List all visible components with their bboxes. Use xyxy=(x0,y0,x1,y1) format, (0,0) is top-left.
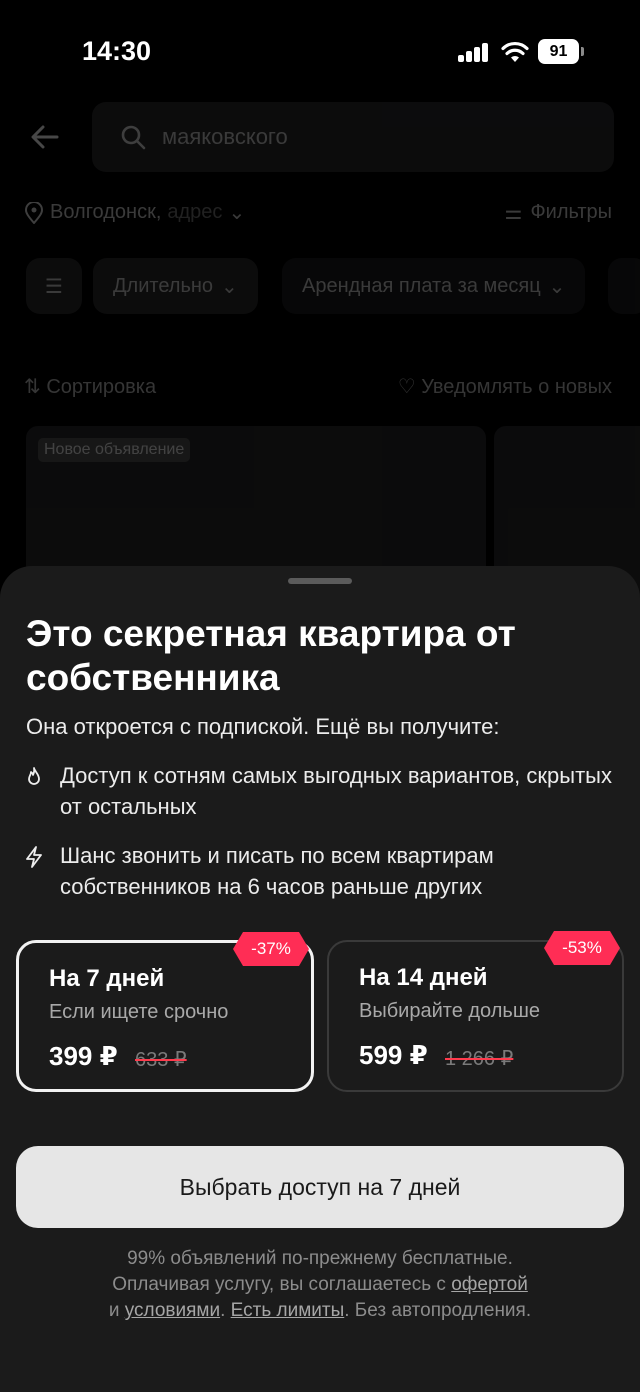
offer-link[interactable]: офертой xyxy=(451,1274,528,1295)
address-hint: адрес xyxy=(167,201,223,223)
chevron-down-icon: ⌄ xyxy=(221,275,238,298)
status-time: 14:30 xyxy=(82,36,152,66)
plan-card-14-days[interactable]: -53% На 14 дней Выбирайте дольше 599 ₽ 1… xyxy=(327,940,624,1092)
chevron-down-icon: ⌄ xyxy=(548,275,566,298)
notify-label: Уведомлять о новых xyxy=(421,376,612,398)
discount-badge: -37% xyxy=(233,932,309,966)
choose-access-button[interactable]: Выбрать доступ на 7 дней xyxy=(16,1146,624,1228)
plan-old-price: 633 ₽ xyxy=(135,1049,187,1071)
plan-price: 399 ₽ xyxy=(49,1041,118,1071)
sheet-title: Это секретная квартира от собственника xyxy=(26,613,516,698)
search-icon xyxy=(121,125,146,150)
background-listing-page: маяковского Волгодонск, адрес ⌄ ⚌ Фильтр… xyxy=(0,100,640,626)
footer-line-2: Оплачивая услугу, вы соглашаетесь с офер… xyxy=(20,1272,620,1298)
notify-button[interactable]: ♡ Уведомлять о новых xyxy=(398,374,612,399)
cellular-signal-icon xyxy=(458,42,490,62)
duration-chip-label: Длительно xyxy=(113,274,214,297)
subscription-bottom-sheet: Это секретная квартира от собственника О… xyxy=(0,566,640,1392)
city-label: Волгодонск, xyxy=(50,201,162,223)
terms-link[interactable]: условиями xyxy=(125,1300,220,1321)
sort-label: Сортировка xyxy=(46,376,157,398)
sheet-grab-handle[interactable] xyxy=(288,578,352,584)
footer-line-1: 99% объявлений по-прежнему бесплатные. xyxy=(127,1248,513,1269)
search-query: маяковского xyxy=(162,124,288,149)
new-listing-tag: Новое объявление xyxy=(38,438,191,462)
feature-item: Доступ к сотням самых выгодных вариантов… xyxy=(60,763,612,819)
plan-name: На 14 дней xyxy=(359,964,488,991)
plan-old-price: 1 266 ₽ xyxy=(445,1048,514,1070)
wifi-icon xyxy=(501,41,529,62)
chevron-down-icon: ⌄ xyxy=(228,202,246,224)
back-arrow-icon[interactable] xyxy=(30,122,60,152)
limits-link[interactable]: Есть лимиты xyxy=(231,1300,345,1321)
battery-level: 91 xyxy=(538,39,579,64)
filters-button[interactable]: ⚌ Фильтры xyxy=(505,200,613,225)
legal-footer: 99% объявлений по-прежнему бесплатные. О… xyxy=(20,1246,620,1324)
plan-hint: Выбирайте дольше xyxy=(359,1000,540,1022)
rent-chip-label: Арендная плата за месяц xyxy=(302,274,541,297)
rent-chip[interactable]: Арендная плата за месяц ⌄ xyxy=(282,258,586,314)
plan-card-7-days[interactable]: -37% На 7 дней Если ищете срочно 399 ₽ 6… xyxy=(16,940,314,1092)
fire-icon xyxy=(28,767,40,785)
plan-hint: Если ищете срочно xyxy=(49,1001,229,1023)
discount-badge: -53% xyxy=(544,931,620,965)
status-bar: 14:30 91 xyxy=(0,0,640,100)
footer-agree-text: Оплачивая услугу, вы соглашаетесь с xyxy=(112,1274,452,1295)
footer-separator: . xyxy=(220,1300,231,1321)
duration-chip[interactable]: Длительно ⌄ xyxy=(93,258,258,314)
footer-line-3: и условиями. Есть лимиты. Без автопродле… xyxy=(20,1298,620,1324)
sort-button[interactable]: ⇅ Сортировка xyxy=(24,374,156,399)
list-search-icon: ☰ xyxy=(45,275,63,298)
lightning-icon xyxy=(26,846,42,868)
map-search-chip[interactable]: ☰ xyxy=(26,258,82,314)
sort-icon: ⇅ xyxy=(24,376,47,398)
footer-no-renewal-text: . Без автопродления. xyxy=(344,1300,532,1321)
footer-and-text: и xyxy=(108,1300,125,1321)
heart-bell-icon: ♡ xyxy=(397,376,422,398)
search-input[interactable]: маяковского xyxy=(92,102,614,172)
sliders-icon: ⚌ xyxy=(504,202,523,224)
location-selector[interactable]: Волгодонск, адрес ⌄ xyxy=(24,200,245,225)
sheet-subtitle: Она откроется с подпиской. Ещё вы получи… xyxy=(26,714,500,739)
filters-label: Фильтры xyxy=(530,201,612,223)
location-pin-icon xyxy=(24,201,44,224)
battery-icon: 91 xyxy=(538,39,584,64)
plan-price: 599 ₽ xyxy=(359,1040,428,1070)
feature-item: Шанс звонить и писать по всем квартирам … xyxy=(60,843,494,899)
more-chip[interactable] xyxy=(608,258,640,314)
plan-name: На 7 дней xyxy=(49,965,165,992)
